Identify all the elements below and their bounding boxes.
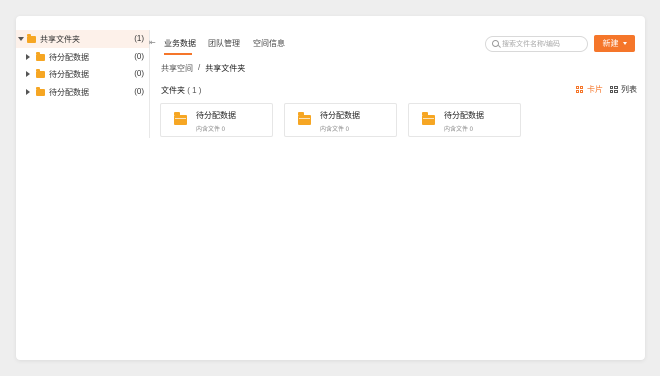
tree-item-shared-folder[interactable]: 共享文件夹 (1) xyxy=(16,30,149,48)
grid-icon xyxy=(576,85,584,94)
tree-item-count: (0) xyxy=(134,87,144,96)
card-view-toggle[interactable]: 卡片 xyxy=(576,84,603,95)
tree-item-label: 共享文件夹 xyxy=(40,35,80,44)
folder-icon xyxy=(174,112,187,125)
tab-space-info[interactable]: 空间信息 xyxy=(253,38,285,49)
folder-card-title: 待分配数据 xyxy=(444,111,484,120)
folder-icon xyxy=(36,52,45,61)
new-button[interactable]: 新建 xyxy=(594,35,635,52)
folder-icon xyxy=(36,87,45,96)
card-view-label: 卡片 xyxy=(587,85,603,94)
tree-item-count: (0) xyxy=(134,52,144,61)
active-tab-indicator xyxy=(164,53,192,55)
main-panel: 共享文件夹 (1) 待分配数据 (0) 待分配数据 (0) 待分配数据 (0) … xyxy=(16,16,645,360)
folder-tree: 共享文件夹 (1) 待分配数据 (0) 待分配数据 (0) 待分配数据 (0) xyxy=(16,30,150,138)
search-icon xyxy=(492,40,499,47)
breadcrumb-parent[interactable]: 共享空间 xyxy=(161,63,193,74)
list-view-toggle[interactable]: 列表 xyxy=(610,84,637,95)
caret-right-icon[interactable] xyxy=(26,89,30,95)
tree-item-child[interactable]: 待分配数据 (0) xyxy=(16,65,149,83)
chevron-down-icon xyxy=(622,42,627,45)
folder-card[interactable]: 待分配数据 内含文件 0 xyxy=(408,103,521,137)
section-title-label: 文件夹 xyxy=(161,86,185,95)
folder-icon xyxy=(36,69,45,78)
list-icon xyxy=(610,85,618,94)
list-view-label: 列表 xyxy=(621,85,637,94)
tree-item-child[interactable]: 待分配数据 (0) xyxy=(16,83,149,101)
folder-icon xyxy=(422,112,435,125)
tree-item-label: 待分配数据 xyxy=(49,70,89,79)
folder-card[interactable]: 待分配数据 内含文件 0 xyxy=(160,103,273,137)
caret-right-icon[interactable] xyxy=(26,54,30,60)
caret-right-icon[interactable] xyxy=(26,71,30,77)
caret-down-icon[interactable] xyxy=(18,37,24,41)
breadcrumb-current: 共享文件夹 xyxy=(205,64,246,73)
folder-card[interactable]: 待分配数据 内含文件 0 xyxy=(284,103,397,137)
collapse-sidebar-icon[interactable]: ⇤ xyxy=(149,38,156,47)
tree-item-label: 待分配数据 xyxy=(49,88,89,97)
search-box[interactable] xyxy=(485,36,588,52)
tree-item-count: (0) xyxy=(134,69,144,78)
breadcrumb-separator: / xyxy=(198,63,201,72)
new-button-label: 新建 xyxy=(602,39,619,48)
folder-icon xyxy=(27,34,36,43)
folder-card-subtitle: 内含文件 0 xyxy=(320,127,350,133)
section-title: 文件夹 ( 1 ) xyxy=(161,85,201,96)
search-input[interactable] xyxy=(502,37,584,51)
tree-item-label: 待分配数据 xyxy=(49,53,89,62)
folder-card-title: 待分配数据 xyxy=(320,111,360,120)
tree-item-child[interactable]: 待分配数据 (0) xyxy=(16,48,149,66)
tab-business-data[interactable]: 业务数据 xyxy=(164,38,196,49)
folder-card-title: 待分配数据 xyxy=(196,111,236,120)
breadcrumb: 共享空间 / 共享文件夹 xyxy=(161,63,245,74)
folder-card-subtitle: 内含文件 0 xyxy=(444,127,474,133)
tree-item-count: (1) xyxy=(134,34,144,43)
folder-card-subtitle: 内含文件 0 xyxy=(196,127,226,133)
folder-icon xyxy=(298,112,311,125)
section-count: ( 1 ) xyxy=(187,86,202,95)
tab-team-management[interactable]: 团队管理 xyxy=(208,38,240,49)
